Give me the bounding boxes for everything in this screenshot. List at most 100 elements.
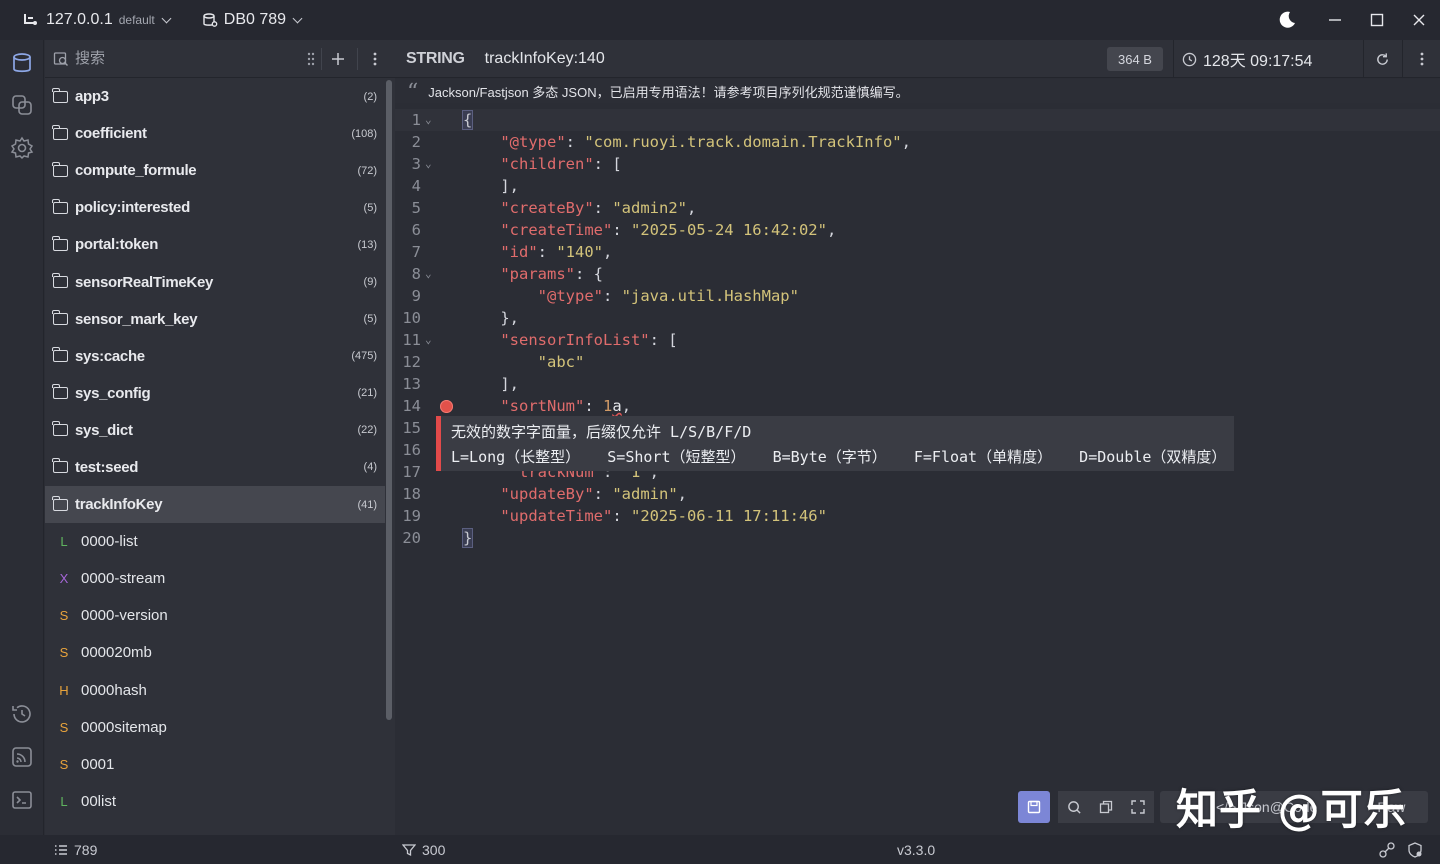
error-tooltip: 无效的数字字面量，后缀仅允许 L/S/B/F/D L=Long（长整型） S=S… <box>436 416 1234 471</box>
line-code: "createTime": "2025-05-24 16:42:02", <box>463 219 836 241</box>
fold-chevron-icon[interactable]: ⌄ <box>425 153 432 175</box>
fold-chevron-icon[interactable]: ⌄ <box>425 329 432 351</box>
line-code: }, <box>463 307 519 329</box>
code-token: { <box>461 110 474 130</box>
connection-status-button[interactable] <box>1378 835 1396 864</box>
code-token: : <box>537 243 557 261</box>
refresh-button[interactable] <box>1363 40 1401 78</box>
quote-icon: “ <box>407 80 419 105</box>
connection-selector[interactable]: 127.0.0.1 default <box>14 0 178 40</box>
theme-toggle-button[interactable] <box>1266 0 1308 40</box>
maximize-button[interactable] <box>1356 0 1398 40</box>
key-item[interactable]: S 0001 <box>45 746 385 783</box>
key-item[interactable]: S 0000-version <box>45 597 385 634</box>
folder-icon <box>52 458 68 474</box>
fullscreen-button[interactable] <box>1122 791 1154 823</box>
key-item[interactable]: H 0000hash <box>45 672 385 709</box>
drag-handle[interactable] <box>299 40 323 78</box>
rail-dashboard[interactable] <box>9 92 35 118</box>
code-token: 1 <box>603 397 613 415</box>
fold-chevron-icon[interactable]: ⌄ <box>425 263 432 285</box>
key-folder[interactable]: coefficient (108) <box>45 115 385 152</box>
plus-icon <box>332 53 344 65</box>
code-token: : <box>593 485 613 503</box>
search-button[interactable] <box>1058 791 1090 823</box>
key-item[interactable]: X 0000-stream <box>45 560 385 597</box>
key-folder[interactable]: sys:cache (475) <box>45 338 385 375</box>
folder-name: sensorRealTimeKey <box>75 273 214 291</box>
add-key-button[interactable] <box>325 40 351 78</box>
rail-settings[interactable] <box>9 135 35 161</box>
code-line: 11 ⌄ "sensorInfoList": [ <box>395 329 1440 351</box>
rail-browser[interactable] <box>9 50 35 76</box>
minimize-button[interactable] <box>1314 0 1356 40</box>
ttl-display[interactable]: 128天 09:17:54 <box>1173 40 1363 78</box>
security-status-button[interactable] <box>1406 835 1424 864</box>
code-token: , <box>826 221 837 239</box>
key-name: 0000-stream <box>81 570 166 588</box>
key-item[interactable]: S 000020mb <box>45 634 385 671</box>
error-marker-icon[interactable] <box>440 400 453 413</box>
close-button[interactable] <box>1398 0 1440 40</box>
rail-console[interactable] <box>9 787 35 813</box>
key-folder[interactable]: sys_config (21) <box>45 375 385 412</box>
watermark: 知乎 @可乐 <box>1176 785 1407 834</box>
line-number: 18 <box>402 485 421 503</box>
editor-menu-button[interactable] <box>1402 40 1440 78</box>
title-bar: 127.0.0.1 default DB0 789 <box>0 0 1440 40</box>
copy-button[interactable] <box>1090 791 1122 823</box>
save-button[interactable] <box>1018 791 1050 823</box>
database-selector[interactable]: DB0 789 <box>194 0 309 40</box>
key-folder[interactable]: sensor_mark_key (5) <box>45 301 385 338</box>
key-item[interactable]: S 0000sitemap <box>45 709 385 746</box>
save-icon <box>1027 800 1041 814</box>
key-folder[interactable]: test:seed (4) <box>45 449 385 486</box>
layers-icon <box>12 95 32 115</box>
key-panel-menu-button[interactable] <box>363 40 387 78</box>
key-folder[interactable]: sys_dict (22) <box>45 412 385 449</box>
key-search-bar <box>45 40 395 78</box>
key-folder[interactable]: policy:interested (5) <box>45 189 385 226</box>
key-folder[interactable]: sensorRealTimeKey (9) <box>45 263 385 300</box>
key-search-input[interactable] <box>75 50 295 67</box>
line-number: 1 <box>411 111 421 129</box>
code-token: "id" <box>500 243 538 261</box>
key-tree-scrollbar[interactable] <box>386 80 392 720</box>
key-folder[interactable]: compute_formule (72) <box>45 152 385 189</box>
key-type-badge: S <box>59 719 69 735</box>
key-count[interactable]: 789 <box>54 835 97 864</box>
code-token: "2025-06-11 17:11:46" <box>630 507 827 525</box>
code-line: 12 "abc" <box>395 351 1440 373</box>
shield-icon <box>1408 841 1422 858</box>
code-token: "sensorInfoList" <box>500 331 650 349</box>
key-name[interactable]: trackInfoKey:140 <box>485 50 605 68</box>
rail-history[interactable] <box>9 701 35 727</box>
code-line: 5 "createBy": "admin2", <box>395 197 1440 219</box>
line-code: "id": "140", <box>463 241 612 263</box>
folder-count: (4) <box>363 461 377 474</box>
close-icon <box>1413 14 1425 26</box>
code-token: , <box>901 133 911 151</box>
code-token: "admin" <box>612 485 678 503</box>
filter-count[interactable]: 300 <box>402 835 445 864</box>
history-icon <box>12 705 31 723</box>
key-item[interactable]: L 00list <box>45 783 385 820</box>
key-folder[interactable]: app3 (2) <box>45 78 385 115</box>
database-icon <box>202 12 218 28</box>
fold-chevron-icon[interactable]: ⌄ <box>425 109 432 131</box>
code-line: 7 "id": "140", <box>395 241 1440 263</box>
fullscreen-icon <box>1131 800 1145 814</box>
line-number: 10 <box>402 309 421 327</box>
key-folder[interactable]: portal:token (13) <box>45 226 385 263</box>
key-folder[interactable]: trackInfoKey (41) <box>45 486 385 524</box>
rail-pubsub[interactable] <box>9 744 35 770</box>
code-token: : { <box>574 265 603 283</box>
folder-icon <box>52 198 68 214</box>
code-token: , <box>603 243 613 261</box>
folder-name: app3 <box>75 88 109 106</box>
copy-icon <box>1099 800 1113 814</box>
key-item[interactable]: L 0000-list <box>45 523 385 560</box>
